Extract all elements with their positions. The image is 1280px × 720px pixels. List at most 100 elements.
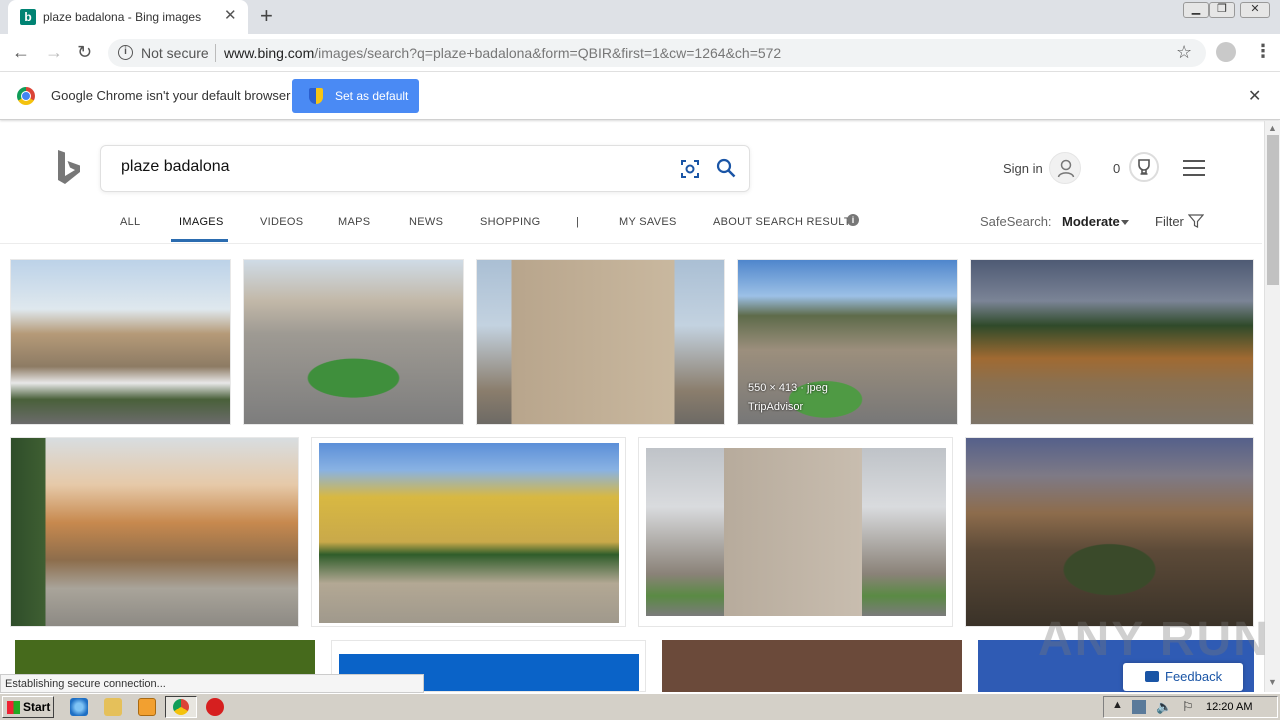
- chrome-taskbar-button[interactable]: [165, 696, 197, 718]
- image-result[interactable]: [662, 640, 962, 692]
- tab-strip: b plaze badalona - Bing images ✕ + ▁ ❐ ✕: [0, 0, 1280, 34]
- safesearch-dropdown[interactable]: Moderate: [1062, 214, 1120, 229]
- scope-maps[interactable]: MAPS: [338, 216, 370, 228]
- scope-news[interactable]: NEWS: [409, 216, 443, 228]
- media-player-icon[interactable]: [138, 698, 156, 716]
- image-result[interactable]: [10, 437, 299, 627]
- new-tab-icon[interactable]: +: [260, 4, 273, 28]
- rewards-count[interactable]: 0: [1113, 161, 1120, 176]
- network-icon[interactable]: [1132, 700, 1146, 714]
- tab-close-icon[interactable]: ✕: [224, 7, 237, 25]
- start-button[interactable]: Start: [2, 696, 54, 718]
- scroll-up-arrow-icon[interactable]: ▲: [1268, 123, 1277, 133]
- window-close-button[interactable]: ✕: [1240, 2, 1270, 18]
- filter-button[interactable]: Filter: [1155, 214, 1184, 229]
- image-result[interactable]: [970, 259, 1254, 425]
- alert-app-icon[interactable]: [206, 698, 224, 716]
- window-minimize-button[interactable]: ▁: [1183, 2, 1209, 18]
- anyrun-watermark: ANY RUN: [1038, 613, 1270, 666]
- chat-bubble-icon: [1145, 671, 1159, 682]
- window-restore-button[interactable]: ❐: [1209, 2, 1235, 18]
- browser-toolbar: ← → ↻ i Not secure www.bing.com/images/s…: [0, 34, 1280, 72]
- volume-icon[interactable]: 🔈: [1156, 699, 1172, 715]
- chrome-menu-icon[interactable]: ⋮: [1254, 41, 1272, 61]
- url-host: www.bing.com: [224, 45, 315, 61]
- taskbar-clock[interactable]: 12:20 AM: [1206, 701, 1252, 713]
- scope-divider: |: [576, 216, 580, 228]
- chrome-icon: [173, 699, 189, 715]
- scroll-down-arrow-icon[interactable]: ▼: [1268, 677, 1277, 687]
- set-as-default-button[interactable]: Set as default: [292, 79, 419, 113]
- url-path: /images/search?q=plaze+badalona&form=QBI…: [314, 45, 782, 61]
- infobar-close-icon[interactable]: ✕: [1248, 86, 1261, 106]
- filter-funnel-icon[interactable]: [1188, 213, 1204, 229]
- folder-icon[interactable]: [104, 698, 122, 716]
- windows-flag-icon: [7, 701, 20, 714]
- image-result[interactable]: [243, 259, 464, 425]
- roundabout-photo: [244, 260, 463, 424]
- scope-my-saves[interactable]: MY SAVES: [619, 216, 677, 228]
- profile-avatar-icon[interactable]: [1216, 42, 1236, 62]
- image-source-label: TripAdvisor: [748, 401, 804, 413]
- chrome-logo-icon: [17, 87, 35, 105]
- omnibox-separator: [215, 44, 216, 62]
- start-label: Start: [23, 700, 51, 714]
- windows-taskbar: Start ▲ 🔈 ⚐ 12:20 AM: [0, 693, 1280, 720]
- search-input[interactable]: [121, 158, 661, 176]
- yellow-arcade-plaza-photo: [319, 443, 619, 623]
- scope-videos[interactable]: VIDEOS: [260, 216, 303, 228]
- scope-images[interactable]: IMAGES: [179, 216, 224, 228]
- rewards-trophy-icon[interactable]: [1129, 152, 1159, 182]
- user-avatar-icon[interactable]: [1049, 152, 1081, 184]
- info-circle-icon[interactable]: i: [847, 214, 859, 226]
- tab-title: plaze badalona - Bing images: [43, 10, 202, 24]
- url-text[interactable]: www.bing.com/images/search?q=plaze+badal…: [224, 45, 781, 61]
- trophy-icon: [1138, 159, 1150, 175]
- address-bar[interactable]: i Not secure www.bing.com/images/search?…: [108, 39, 1206, 67]
- person-icon: [1057, 159, 1075, 178]
- forward-arrow-icon[interactable]: →: [45, 41, 63, 63]
- scroll-thumb[interactable]: [1267, 135, 1279, 285]
- image-result[interactable]: [311, 437, 626, 627]
- info-icon[interactable]: i: [118, 45, 133, 60]
- action-center-flag-icon[interactable]: ⚐: [1182, 699, 1194, 715]
- browser-tab[interactable]: b plaze badalona - Bing images ✕: [8, 0, 248, 34]
- default-browser-infobar: Google Chrome isn't your default browser…: [0, 72, 1280, 120]
- image-dimensions-label: 550 × 413 · jpeg: [748, 382, 828, 394]
- page-scrollbar[interactable]: ▲ ▼: [1264, 121, 1280, 692]
- scope-bar: ALL IMAGES VIDEOS MAPS NEWS SHOPPING | M…: [0, 208, 1262, 244]
- hamburger-menu-icon[interactable]: [1183, 160, 1205, 176]
- image-result[interactable]: [10, 259, 231, 425]
- visual-search-icon[interactable]: [680, 159, 700, 179]
- search-icon[interactable]: [716, 158, 736, 178]
- reload-icon[interactable]: ↻: [77, 41, 92, 63]
- sign-in-link[interactable]: Sign in: [1003, 161, 1043, 176]
- active-scope-underline: [171, 239, 228, 242]
- bookmark-star-icon[interactable]: ☆: [1176, 42, 1192, 63]
- not-secure-label: Not secure: [141, 45, 209, 61]
- back-arrow-icon[interactable]: ←: [12, 41, 30, 63]
- image-result[interactable]: [965, 437, 1254, 627]
- safesearch-label: SafeSearch:: [980, 214, 1052, 229]
- set-as-default-label: Set as default: [335, 89, 409, 103]
- feedback-label: Feedback: [1165, 669, 1223, 684]
- bing-logo-icon[interactable]: [56, 150, 82, 186]
- scope-about-results[interactable]: ABOUT SEARCH RESULTS: [713, 216, 859, 228]
- aerial-plaza-photo: [738, 260, 957, 424]
- caret-down-icon[interactable]: [1121, 220, 1129, 225]
- browser-status-bar: Establishing secure connection...: [0, 674, 424, 693]
- internet-explorer-icon[interactable]: [70, 698, 88, 716]
- feedback-button[interactable]: Feedback: [1123, 663, 1243, 691]
- scope-shopping[interactable]: SHOPPING: [480, 216, 540, 228]
- bing-favicon-icon: b: [20, 9, 36, 25]
- image-result[interactable]: [476, 259, 725, 425]
- palm-square-night-photo: [971, 260, 1253, 424]
- search-box[interactable]: [100, 145, 750, 192]
- image-result[interactable]: 550 × 413 · jpeg TripAdvisor: [737, 259, 958, 425]
- infobar-message: Google Chrome isn't your default browser: [51, 88, 291, 103]
- uac-shield-icon: [309, 88, 323, 104]
- image-result[interactable]: [638, 437, 953, 627]
- office-tower-photo: [477, 260, 724, 424]
- tray-expand-icon[interactable]: ▲: [1112, 699, 1123, 711]
- scope-all[interactable]: ALL: [120, 216, 140, 228]
